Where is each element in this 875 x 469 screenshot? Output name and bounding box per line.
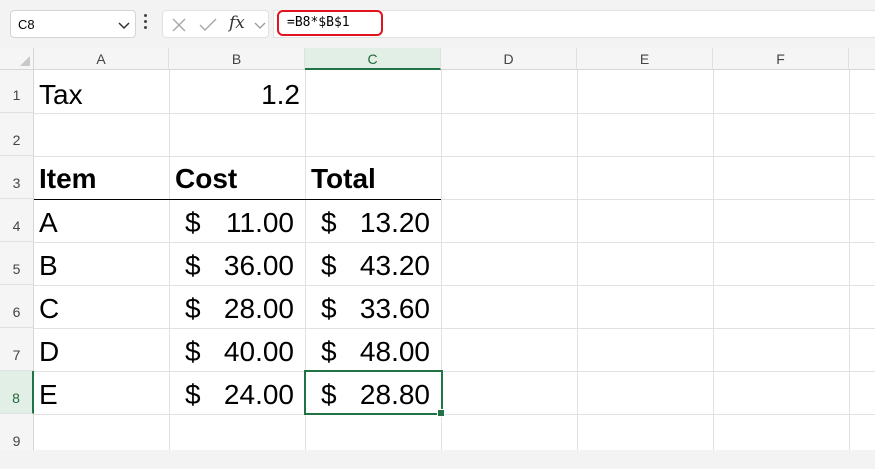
gridline — [34, 242, 875, 243]
row-header-9[interactable]: 9 — [0, 414, 34, 450]
cell-c3[interactable]: Total — [311, 165, 376, 193]
gridline — [577, 70, 578, 450]
column-header-g[interactable] — [849, 48, 875, 70]
header-bottom-border — [34, 199, 441, 200]
column-header-a[interactable]: A — [34, 48, 169, 70]
name-box-value: C8 — [18, 17, 35, 32]
active-cell-border — [304, 370, 443, 415]
formula-input[interactable]: =B8*$B$1 — [273, 10, 875, 38]
cell-b8[interactable]: 24.00 — [169, 381, 294, 409]
row-header-7[interactable]: 7 — [0, 328, 34, 371]
row-header-6[interactable]: 6 — [0, 285, 34, 328]
function-fx-icon[interactable]: fx — [229, 13, 245, 33]
row-header-2[interactable]: 2 — [0, 113, 34, 156]
row-header-4[interactable]: 4 — [0, 199, 34, 242]
row-header-8[interactable]: 8 — [0, 371, 34, 414]
cell-b5[interactable]: 36.00 — [169, 252, 294, 280]
cell-c6[interactable]: 33.60 — [305, 295, 430, 323]
cell-b4[interactable]: 11.00 — [169, 209, 294, 237]
cell-a6[interactable]: C — [39, 295, 59, 323]
gridline — [849, 70, 850, 450]
gridline — [713, 70, 714, 450]
cell-a5[interactable]: B — [39, 252, 58, 280]
cell-a1[interactable]: Tax — [39, 81, 83, 109]
cell-a3[interactable]: Item — [39, 165, 97, 193]
gridline — [34, 414, 875, 415]
column-header-b[interactable]: B — [169, 48, 305, 70]
column-header-e[interactable]: E — [577, 48, 713, 70]
cell-a4[interactable]: A — [39, 209, 58, 237]
gridline — [34, 371, 875, 372]
column-header-c[interactable]: C — [305, 48, 441, 70]
chevron-down-icon[interactable] — [118, 19, 130, 31]
select-all-corner[interactable] — [0, 48, 34, 70]
cell-c7[interactable]: 48.00 — [305, 338, 430, 366]
gridline — [34, 285, 875, 286]
gridline — [34, 328, 875, 329]
row-header-5[interactable]: 5 — [0, 242, 34, 285]
formula-buttons: fx — [162, 10, 269, 38]
cell-b6[interactable]: 28.00 — [169, 295, 294, 323]
cell-c5[interactable]: 43.20 — [305, 252, 430, 280]
cell-b1[interactable]: 1.2 — [169, 81, 300, 109]
more-vertical-icon[interactable] — [144, 14, 147, 31]
row-header-3[interactable]: 3 — [0, 156, 34, 199]
gridline — [34, 113, 875, 114]
gridline — [34, 156, 875, 157]
fx-chevron-icon[interactable] — [254, 19, 266, 31]
cell-a8[interactable]: E — [39, 381, 58, 409]
column-header-f[interactable]: F — [713, 48, 849, 70]
row-header-1[interactable]: 1 — [0, 70, 34, 113]
cell-b7[interactable]: 40.00 — [169, 338, 294, 366]
column-header-d[interactable]: D — [441, 48, 577, 70]
cell-b3[interactable]: Cost — [175, 165, 237, 193]
fill-handle[interactable] — [437, 409, 445, 417]
cancel-x-icon[interactable] — [171, 17, 187, 33]
formula-bar: C8 fx =B8*$B$1 — [0, 0, 875, 46]
cell-c4[interactable]: 13.20 — [305, 209, 430, 237]
confirm-check-icon[interactable] — [199, 17, 217, 33]
name-box[interactable]: C8 — [10, 10, 136, 38]
worksheet-grid[interactable]: A B C D E F 1 2 3 4 5 6 7 8 9 Tax 1.2 It… — [0, 48, 875, 450]
formula-text[interactable]: =B8*$B$1 — [277, 10, 383, 36]
cell-a7[interactable]: D — [39, 338, 59, 366]
